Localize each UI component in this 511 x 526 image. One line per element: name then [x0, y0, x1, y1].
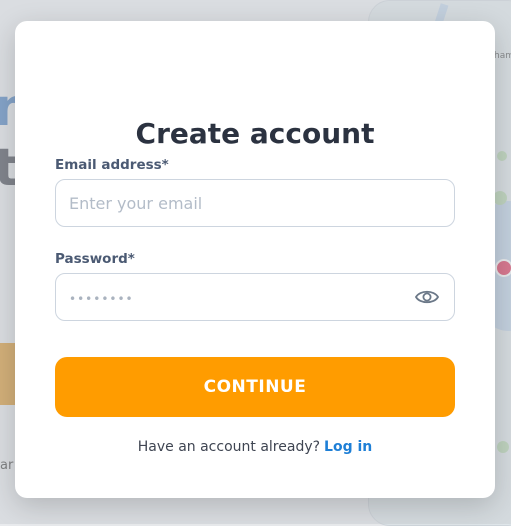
email-field-box[interactable] [55, 179, 455, 227]
eye-icon[interactable] [414, 286, 440, 308]
password-field-box[interactable] [55, 273, 455, 321]
login-prompt: Have an account already? Log in [15, 439, 495, 455]
login-link[interactable]: Log in [324, 439, 372, 455]
password-label: Password* [55, 251, 135, 267]
email-label: Email address* [55, 157, 169, 173]
modal-title: Create account [135, 117, 375, 150]
email-input[interactable] [56, 180, 409, 226]
password-input[interactable] [56, 274, 409, 320]
create-account-modal: Create account Email address* Password* … [15, 21, 495, 498]
continue-button[interactable]: CONTINUE [55, 357, 455, 417]
login-prompt-text: Have an account already? [137, 439, 321, 455]
